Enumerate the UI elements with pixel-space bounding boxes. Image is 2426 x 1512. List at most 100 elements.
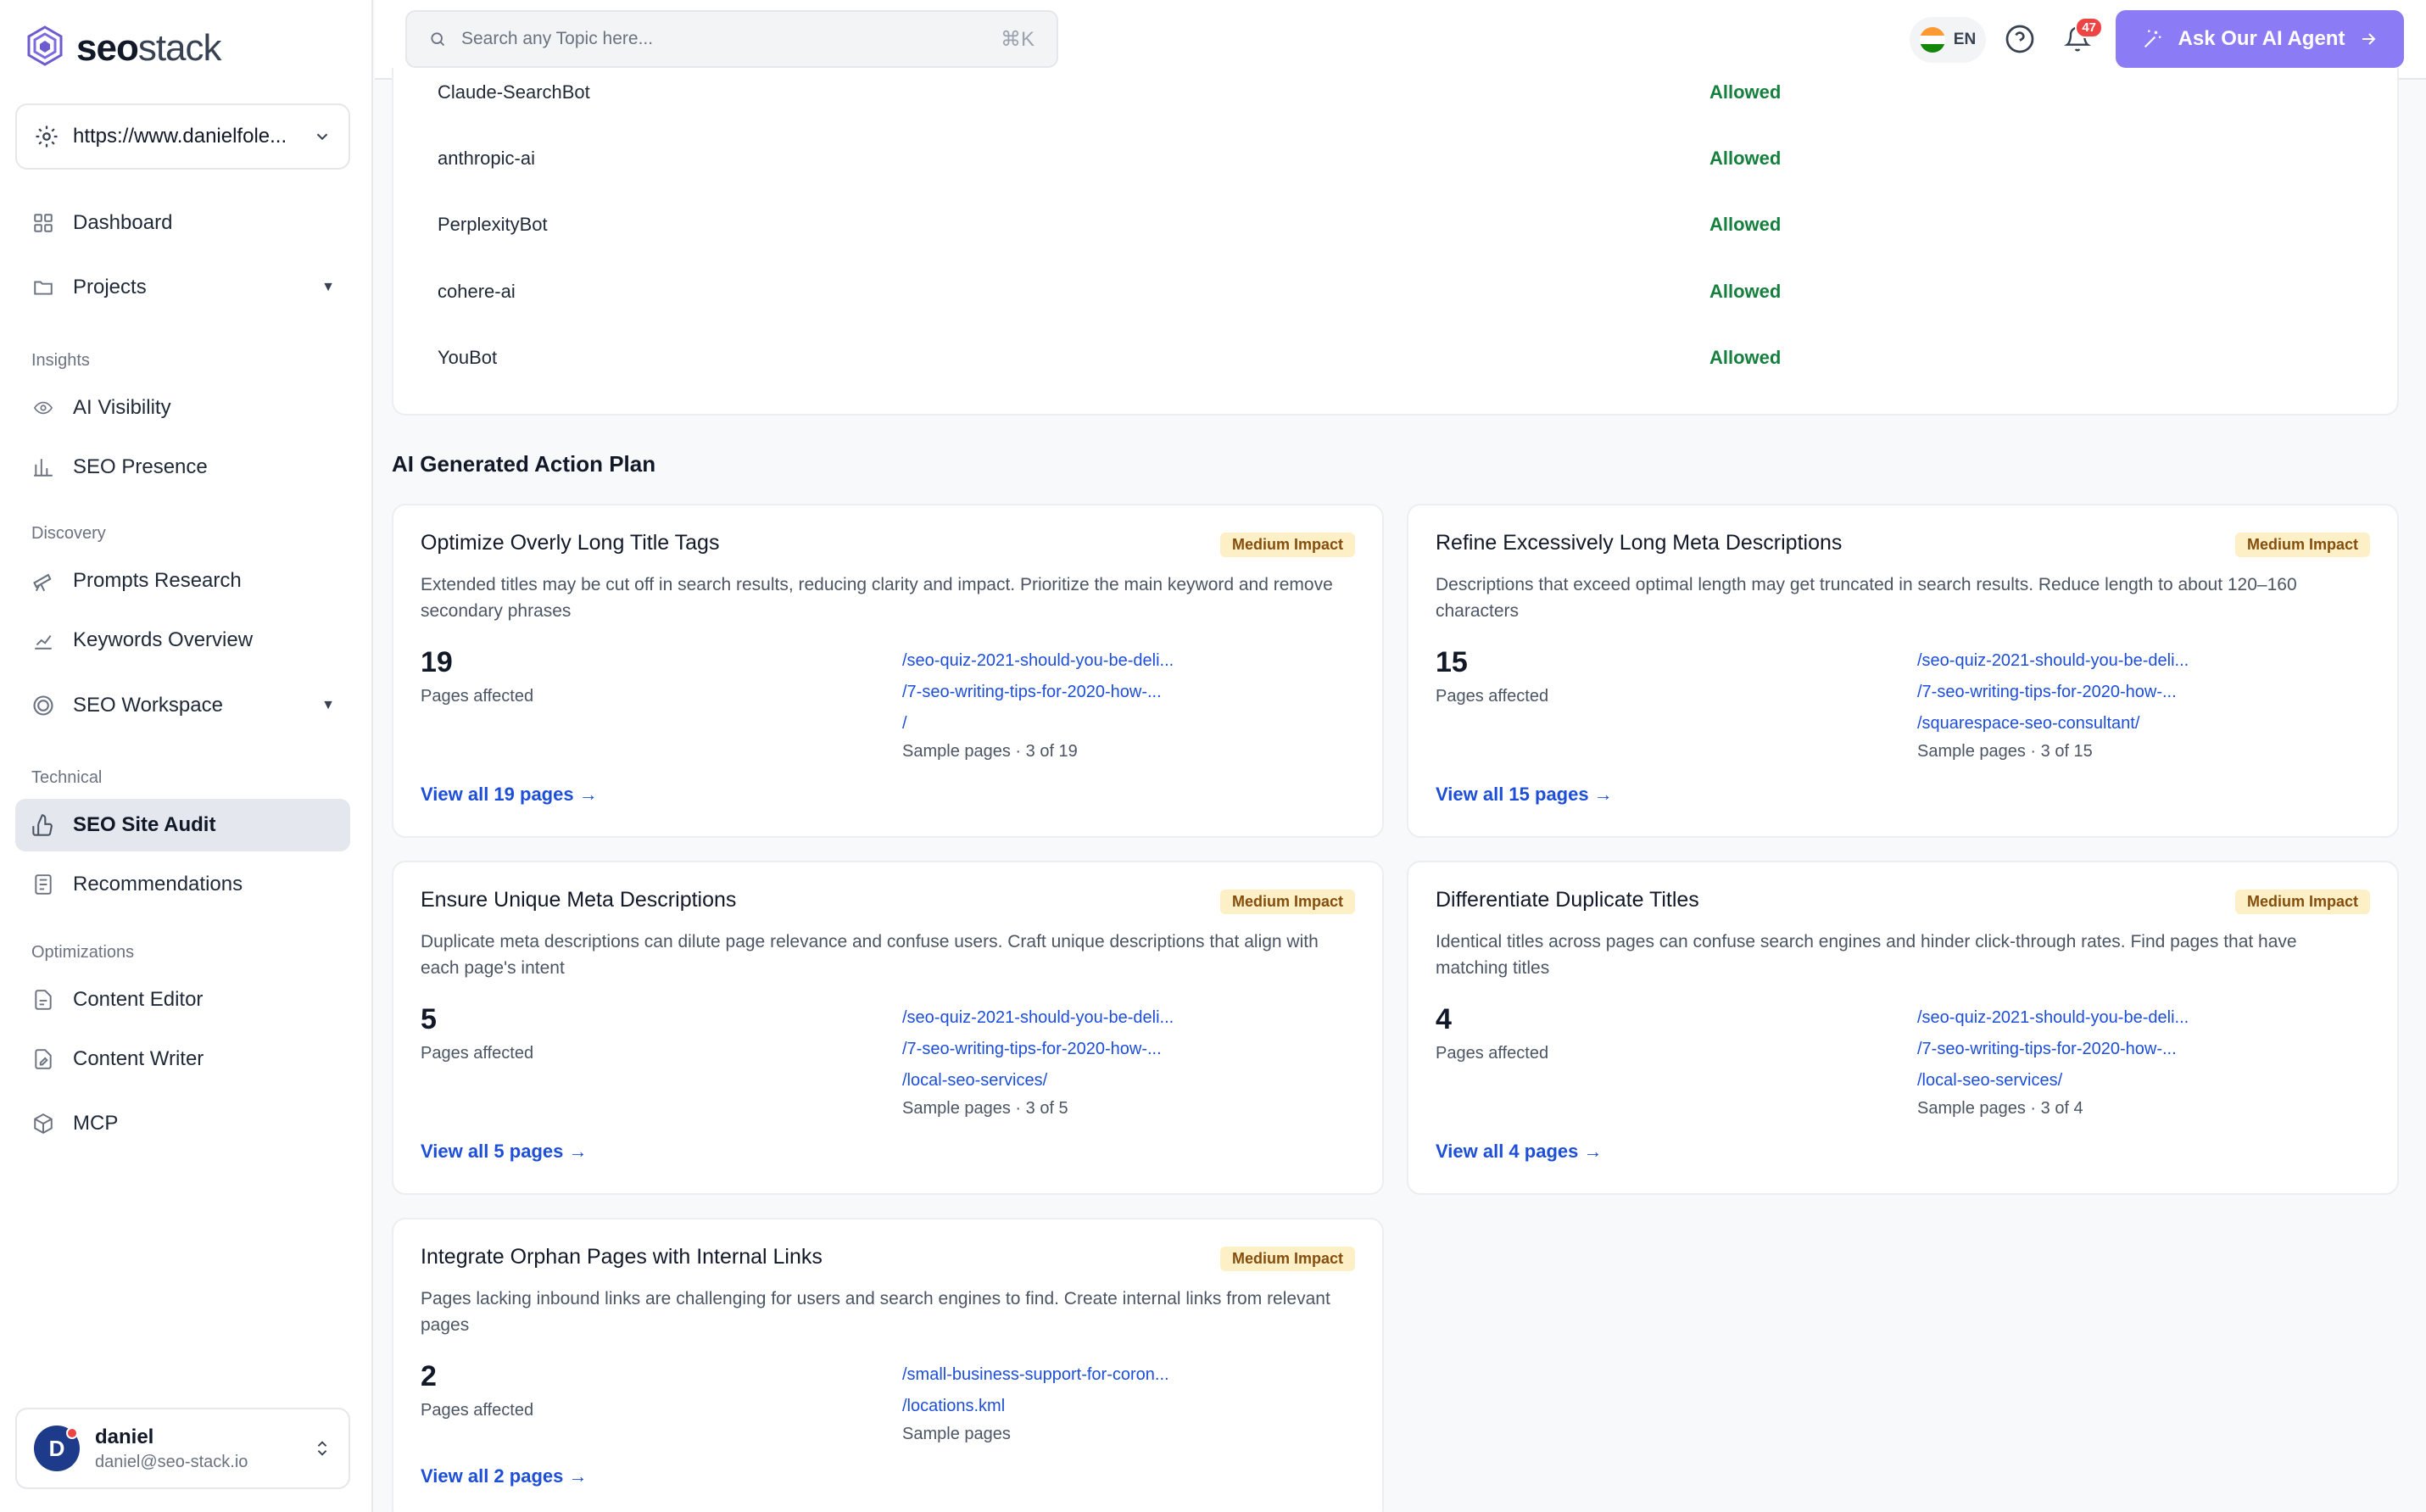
action-card-description: Identical titles across pages can confus…: [1436, 932, 2297, 978]
pages-affected-label: Pages affected: [421, 687, 534, 706]
sample-page-link[interactable]: /7-seo-writing-tips-for-2020-how-...: [1917, 1036, 2189, 1068]
sample-pages-caption: Sample pages · 3 of 19: [902, 742, 1078, 761]
sidebar-item-label: Recommendations: [73, 873, 243, 895]
action-card-title: Differentiate Duplicate Titles: [1436, 888, 1699, 912]
chevron-down-icon: [316, 133, 328, 141]
language-code: EN: [1953, 31, 1977, 48]
sample-page-link[interactable]: /seo-quiz-2021-should-you-be-deli...: [1917, 1005, 2189, 1036]
sample-pages-caption: Sample pages · 3 of 5: [902, 1099, 1068, 1118]
brand-name-bold: seo: [76, 27, 139, 69]
action-card-description: Pages lacking inbound links are challeng…: [421, 1289, 1330, 1335]
action-card: Integrate Orphan Pages with Internal Lin…: [392, 1218, 1384, 1512]
view-all-pages-link[interactable]: View all 15 pages →: [1436, 784, 1613, 806]
table-row: anthropic-ai Allowed: [438, 148, 2133, 170]
sidebar-item-label: SEO Site Audit: [73, 813, 216, 836]
sample-page-link[interactable]: /local-seo-services/: [902, 1068, 1174, 1099]
sidebar-item-prompts-research[interactable]: Prompts Research: [15, 555, 350, 607]
action-card: Optimize Overly Long Title Tags Medium I…: [392, 504, 1384, 838]
sidebar-item-mcp[interactable]: MCP: [15, 1097, 350, 1150]
sidebar-item-dashboard[interactable]: Dashboard: [15, 197, 350, 249]
sample-page-link[interactable]: /small-business-support-for-coron...: [902, 1362, 1169, 1393]
sample-page-link[interactable]: /local-seo-services/: [1917, 1068, 2189, 1099]
action-card: Differentiate Duplicate Titles Medium Im…: [1407, 861, 2399, 1195]
sample-page-link[interactable]: /squarespace-seo-consultant/: [1917, 711, 2189, 742]
pen-document-icon: [31, 1046, 56, 1072]
view-all-pages-link[interactable]: View all 5 pages →: [421, 1141, 587, 1163]
sample-page-link[interactable]: /locations.kml: [902, 1393, 1169, 1425]
sidebar-item-label: Content Editor: [73, 988, 204, 1011]
sample-page-link[interactable]: /seo-quiz-2021-should-you-be-deli...: [1917, 648, 2189, 679]
brand-name-rest: stack: [137, 27, 222, 69]
gear-icon: [36, 126, 58, 148]
impact-badge: Medium Impact: [1219, 533, 1355, 557]
pages-affected-count: 2: [421, 1360, 437, 1392]
document-list-icon: [31, 872, 56, 897]
view-all-pages-link[interactable]: View all 4 pages →: [1436, 1141, 1602, 1163]
caret-down-icon: ▼: [321, 698, 335, 712]
sample-pages-list: /seo-quiz-2021-should-you-be-deli... /7-…: [902, 1005, 1174, 1119]
sample-page-link[interactable]: /7-seo-writing-tips-for-2020-how-...: [902, 1036, 1174, 1068]
site-selector-value: https://www.danielfole...: [73, 125, 287, 148]
pages-affected-count: 15: [1436, 646, 1468, 678]
india-flag-icon: [1919, 27, 1945, 53]
help-button[interactable]: [2003, 22, 2037, 56]
sample-page-link[interactable]: /7-seo-writing-tips-for-2020-how-...: [902, 679, 1174, 711]
impact-badge: Medium Impact: [2234, 890, 2370, 914]
avatar: D: [34, 1426, 80, 1471]
pages-affected-label: Pages affected: [421, 1044, 534, 1063]
bar-chart-icon: [31, 455, 56, 480]
view-all-pages-link[interactable]: View all 2 pages →: [421, 1465, 587, 1487]
sample-pages-caption: Sample pages: [902, 1425, 1011, 1443]
sidebar-item-ai-visibility[interactable]: AI Visibility: [15, 382, 350, 434]
pages-affected-label: Pages affected: [1436, 687, 1549, 706]
sidebar-item-label: Dashboard: [73, 211, 173, 234]
search-icon: [431, 32, 445, 47]
pages-affected-label: Pages affected: [421, 1401, 534, 1420]
action-card-description: Duplicate meta descriptions can dilute p…: [421, 932, 1319, 978]
bot-name: YouBot: [438, 347, 498, 368]
sidebar: seostack https://www.danielfole... Dashb…: [0, 0, 373, 1512]
sidebar-item-label: Content Writer: [73, 1047, 204, 1070]
search-bar[interactable]: Search any Topic here... ⌘K: [405, 10, 1058, 68]
impact-badge: Medium Impact: [1219, 890, 1355, 914]
section-label-discovery: Discovery: [31, 524, 106, 543]
sidebar-item-projects[interactable]: Projects ▼: [15, 261, 350, 314]
brand-logo[interactable]: seostack: [25, 24, 222, 73]
bot-status: Allowed: [1709, 81, 1782, 103]
sidebar-item-label: SEO Workspace: [73, 694, 223, 717]
sidebar-item-content-editor[interactable]: Content Editor: [15, 974, 350, 1026]
sidebar-item-content-writer[interactable]: Content Writer: [15, 1033, 350, 1085]
action-card-title: Ensure Unique Meta Descriptions: [421, 888, 737, 912]
notifications-button[interactable]: 47: [2061, 17, 2103, 56]
sample-page-link[interactable]: /seo-quiz-2021-should-you-be-deli...: [902, 648, 1174, 679]
sidebar-item-label: SEO Presence: [73, 455, 208, 478]
ask-ai-agent-button[interactable]: Ask Our AI Agent: [2116, 10, 2404, 68]
eye-icon: [31, 395, 56, 421]
sample-pages-list: /seo-quiz-2021-should-you-be-deli... /7-…: [902, 648, 1174, 762]
dashboard-icon: [31, 210, 56, 236]
sidebar-item-label: Projects: [73, 276, 147, 298]
sidebar-item-recommendations[interactable]: Recommendations: [15, 858, 350, 911]
sidebar-item-keywords-overview[interactable]: Keywords Overview: [15, 614, 350, 667]
sample-page-link[interactable]: /seo-quiz-2021-should-you-be-deli...: [902, 1005, 1174, 1036]
language-selector[interactable]: EN: [1910, 17, 1986, 63]
user-menu[interactable]: D daniel daniel@seo-stack.io: [15, 1408, 350, 1489]
section-label-technical: Technical: [31, 768, 103, 787]
arrow-right-icon: [2362, 33, 2376, 45]
table-row: Claude-SearchBot Allowed: [438, 81, 2133, 103]
view-all-pages-link[interactable]: View all 19 pages →: [421, 784, 598, 806]
sidebar-item-seo-workspace[interactable]: SEO Workspace ▼: [15, 679, 350, 732]
search-shortcut: ⌘K: [1000, 27, 1035, 51]
sidebar-item-seo-presence[interactable]: SEO Presence: [15, 441, 350, 494]
user-email: daniel@seo-stack.io: [95, 1452, 248, 1471]
sidebar-item-label: Keywords Overview: [73, 628, 254, 651]
sidebar-item-seo-site-audit[interactable]: SEO Site Audit: [15, 799, 350, 851]
action-plan-title: AI Generated Action Plan: [392, 451, 656, 477]
action-card-description: Descriptions that exceed optimal length …: [1436, 575, 2297, 621]
bot-name: Claude-SearchBot: [438, 81, 590, 103]
bot-name: anthropic-ai: [438, 148, 535, 169]
site-selector[interactable]: https://www.danielfole...: [15, 103, 350, 170]
sample-page-link[interactable]: /7-seo-writing-tips-for-2020-how-...: [1917, 679, 2189, 711]
sample-page-link[interactable]: /: [902, 711, 1174, 742]
bot-status: Allowed: [1709, 148, 1782, 169]
